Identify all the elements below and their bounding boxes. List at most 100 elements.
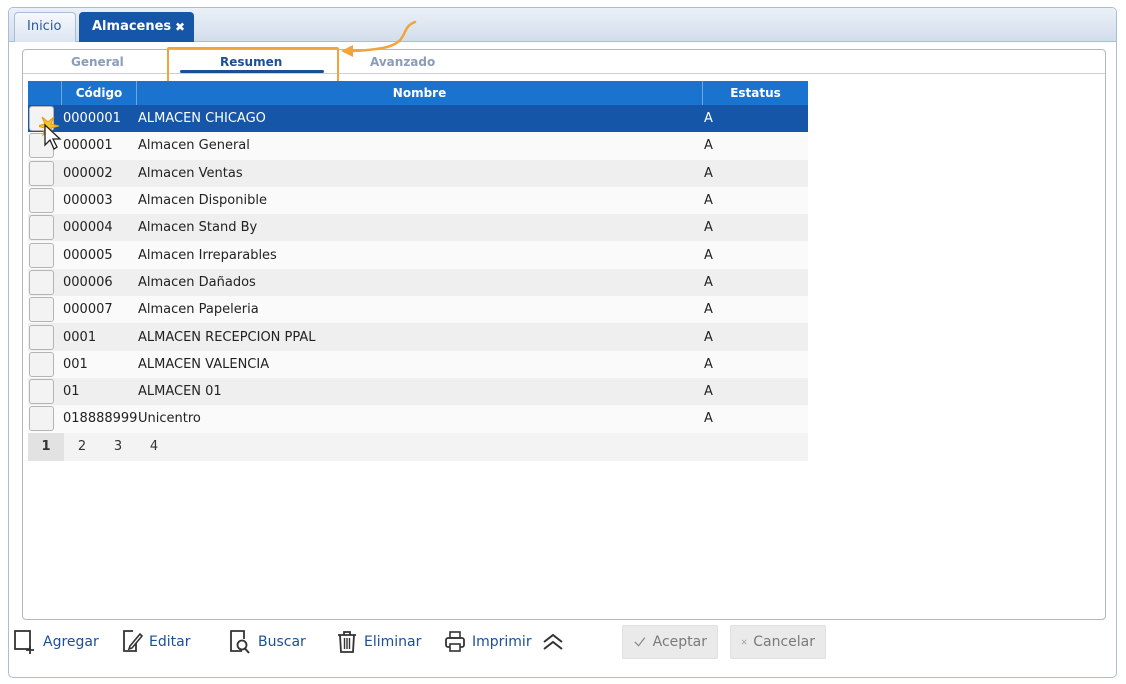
table-row[interactable]: 001 ALMACEN VALENCIA A [28,350,808,378]
subtab-bar: General Resumen Avanzado [23,47,1105,87]
row-select-box[interactable] [29,324,54,350]
table-row[interactable]: 01 ALMACEN 01 A [28,377,808,406]
row-select-cell[interactable] [28,242,62,268]
row-select-cell[interactable] [28,160,62,186]
row-select-box[interactable] [29,297,54,323]
table-row[interactable]: 000003 Almacen Disponible A [28,186,808,215]
table-row[interactable]: 0001 ALMACEN RECEPCION PPAL A [28,323,808,351]
collapse-toolbar-button[interactable] [541,625,571,659]
pagination: 1234 [28,432,808,461]
row-select-box[interactable] [29,351,54,377]
row-status: A [704,356,713,372]
buscar-label: Buscar [258,634,306,650]
table-row[interactable]: 000006 Almacen Dañados A [28,268,808,297]
tab-inicio[interactable]: Inicio [14,12,76,42]
row-status: A [704,329,713,345]
eliminar-button[interactable]: Eliminar [336,625,421,659]
table-row[interactable]: 000001 Almacen General A [28,132,808,160]
row-status: A [704,411,713,427]
page-2[interactable]: 2 [64,433,100,461]
header-name[interactable]: Nombre [137,81,703,105]
row-select-box[interactable] [29,215,54,241]
page-1[interactable]: 1 [28,432,64,461]
editar-label: Editar [149,634,191,650]
tab-almacenes-label: Almacenes [92,19,172,34]
row-select-box[interactable] [29,269,54,295]
row-name: ALMACEN RECEPCION PPAL [138,329,316,345]
almacenes-panel: General Resumen Avanzado Código Nombre E… [22,47,1106,620]
row-status: A [704,384,713,400]
agregar-button[interactable]: Agregar [13,625,99,659]
row-name: Almacen Stand By [138,220,258,236]
row-code: 000003 [63,193,113,209]
header-code[interactable]: Código [62,81,137,105]
cancelar-button[interactable]: Cancelar [730,625,826,659]
row-select-cell[interactable] [28,406,62,432]
imprimir-label: Imprimir [472,634,532,650]
row-select-cell[interactable] [28,215,62,241]
row-select-box[interactable] [29,242,54,268]
row-status: A [704,302,713,318]
row-select-cell[interactable] [28,351,62,377]
row-name: ALMACEN CHICAGO [138,111,266,127]
row-select-cell[interactable] [28,324,62,350]
row-code: 0001 [63,329,97,345]
double-chevron-up-icon [543,633,563,650]
row-select-box[interactable] [29,188,54,214]
table-row[interactable]: 000002 Almacen Ventas A [28,159,808,187]
grid-body: 0000001 ALMACEN CHICAGO A 000001 Almacen Gen… [28,105,808,433]
table-row[interactable]: 0000001 ALMACEN CHICAGO A [28,105,808,133]
row-status: A [704,165,713,181]
check-icon [634,637,646,647]
row-select-cell[interactable] [28,269,62,295]
row-name: Almacen Papeleria [138,302,259,318]
row-status: A [704,247,713,263]
row-code: 000006 [63,274,113,290]
row-code: 001 [63,356,88,372]
row-select-box[interactable] [29,160,54,186]
edit-document-icon [123,630,143,652]
row-name: Almacen Dañados [138,274,256,290]
grid-header: Código Nombre Estatus [28,81,808,105]
subtab-general[interactable]: General [71,55,124,69]
bottom-toolbar: Agregar Editar Buscar Eliminar Imprimir [13,625,913,659]
row-select-cell[interactable] [28,188,62,214]
row-code: 000007 [63,302,113,318]
row-select-box[interactable] [29,406,54,432]
table-row[interactable]: 018888999 Unicentro A [28,405,808,433]
app-window: Inicio Almacenes ✖ General Resumen Avanz… [8,7,1117,678]
row-select-box[interactable] [29,379,54,405]
imprimir-button[interactable]: Imprimir [444,625,532,659]
printer-icon [445,631,465,652]
eliminar-label: Eliminar [364,634,422,650]
row-status: A [704,111,713,127]
header-status[interactable]: Estatus [703,81,808,105]
close-icon[interactable]: ✖ [175,13,185,41]
table-row[interactable]: 000005 Almacen Irreparables A [28,241,808,269]
page-3[interactable]: 3 [100,433,136,461]
cancelar-label: Cancelar [753,634,815,650]
row-name: ALMACEN VALENCIA [138,356,270,372]
add-document-icon [14,630,34,654]
trash-icon [338,631,356,653]
row-select-cell[interactable] [28,297,62,323]
table-row[interactable]: 000007 Almacen Papeleria A [28,296,808,324]
aceptar-button[interactable]: Aceptar [622,625,718,659]
almacenes-grid: Código Nombre Estatus 0000001 ALMACEN CHI… [28,81,808,461]
buscar-button[interactable]: Buscar [228,625,306,659]
table-row[interactable]: 000004 Almacen Stand By A [28,214,808,242]
row-status: A [704,274,713,290]
row-select-cell[interactable] [28,379,62,405]
aceptar-label: Aceptar [652,634,707,650]
agregar-label: Agregar [43,634,99,650]
search-document-icon [230,630,250,654]
row-code: 018888999 [63,411,138,427]
row-code: 01 [63,384,80,400]
row-code: 0000001 [63,111,121,127]
editar-button[interactable]: Editar [121,625,190,659]
tab-almacenes[interactable]: Almacenes ✖ [79,12,194,42]
row-name: Almacen Disponible [138,193,267,209]
mouse-pointer-icon [39,116,62,150]
page-4[interactable]: 4 [136,433,172,461]
row-name: Almacen Irreparables [138,247,277,263]
